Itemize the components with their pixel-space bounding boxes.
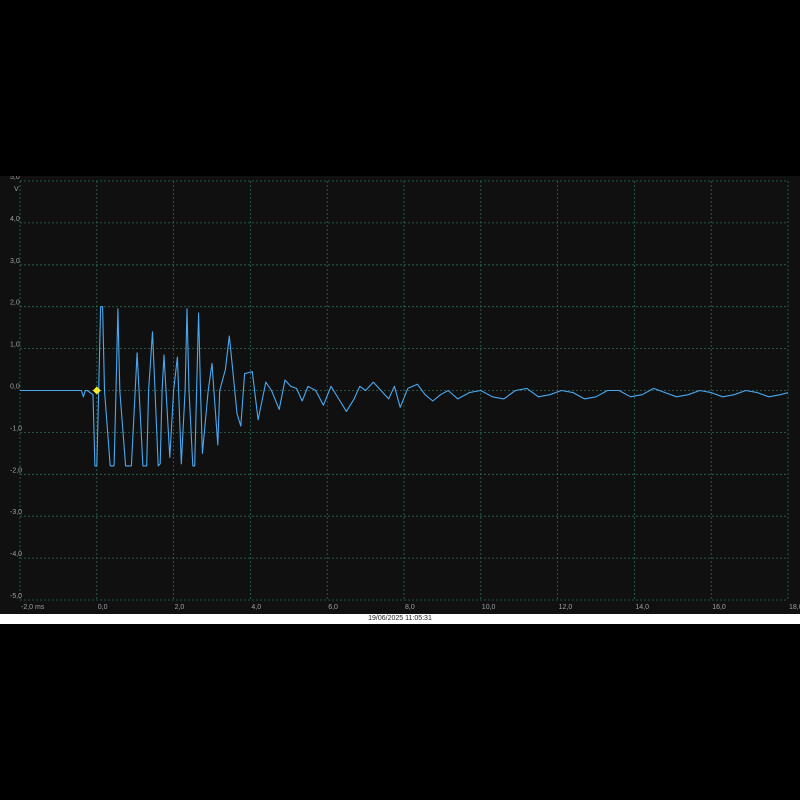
waveform-plot: 5,0 4,0 3,0 2,0 1,0 0,0 -1,0 -2,0 -3,0 -4,0 -5,0 V -… [10, 176, 800, 611]
x-tick-label: 6,0 [328, 604, 338, 611]
y-tick-label: -5,0 [10, 593, 22, 600]
y-tick-label: 3,0 [10, 258, 20, 265]
y-tick-label: 5,0 [10, 176, 20, 181]
capture-timestamp: 19/06/2025 11:05:31 [0, 614, 800, 624]
x-tick-label: 16,0 [712, 604, 726, 611]
x-tick-label: 2,0 [175, 604, 185, 611]
y-unit-label: V [14, 186, 19, 193]
y-tick-label: -3,0 [10, 509, 22, 516]
y-tick-label: 1,0 [10, 342, 20, 349]
x-tick-label: 14,0 [635, 604, 649, 611]
x-tick-label: 0,0 [98, 604, 108, 611]
x-tick-label: 4,0 [251, 604, 261, 611]
x-tick-label: 8,0 [405, 604, 415, 611]
y-tick-label: -1,0 [10, 425, 22, 432]
y-tick-label: 0,0 [10, 384, 20, 391]
trigger-marker-icon [92, 386, 101, 395]
x-tick-label: 18,0 [789, 604, 800, 611]
y-tick-label: 2,0 [10, 300, 20, 307]
y-tick-label: -2,0 [10, 467, 22, 474]
x-tick-label: -2,0 ms [21, 604, 45, 611]
x-tick-label: 12,0 [559, 604, 573, 611]
y-tick-label: -4,0 [10, 551, 22, 558]
y-tick-label: 4,0 [10, 216, 20, 223]
x-tick-label: 10,0 [482, 604, 496, 611]
oscilloscope-panel: 5,0 4,0 3,0 2,0 1,0 0,0 -1,0 -2,0 -3,0 -4,0 -5,0 V -… [0, 176, 800, 614]
